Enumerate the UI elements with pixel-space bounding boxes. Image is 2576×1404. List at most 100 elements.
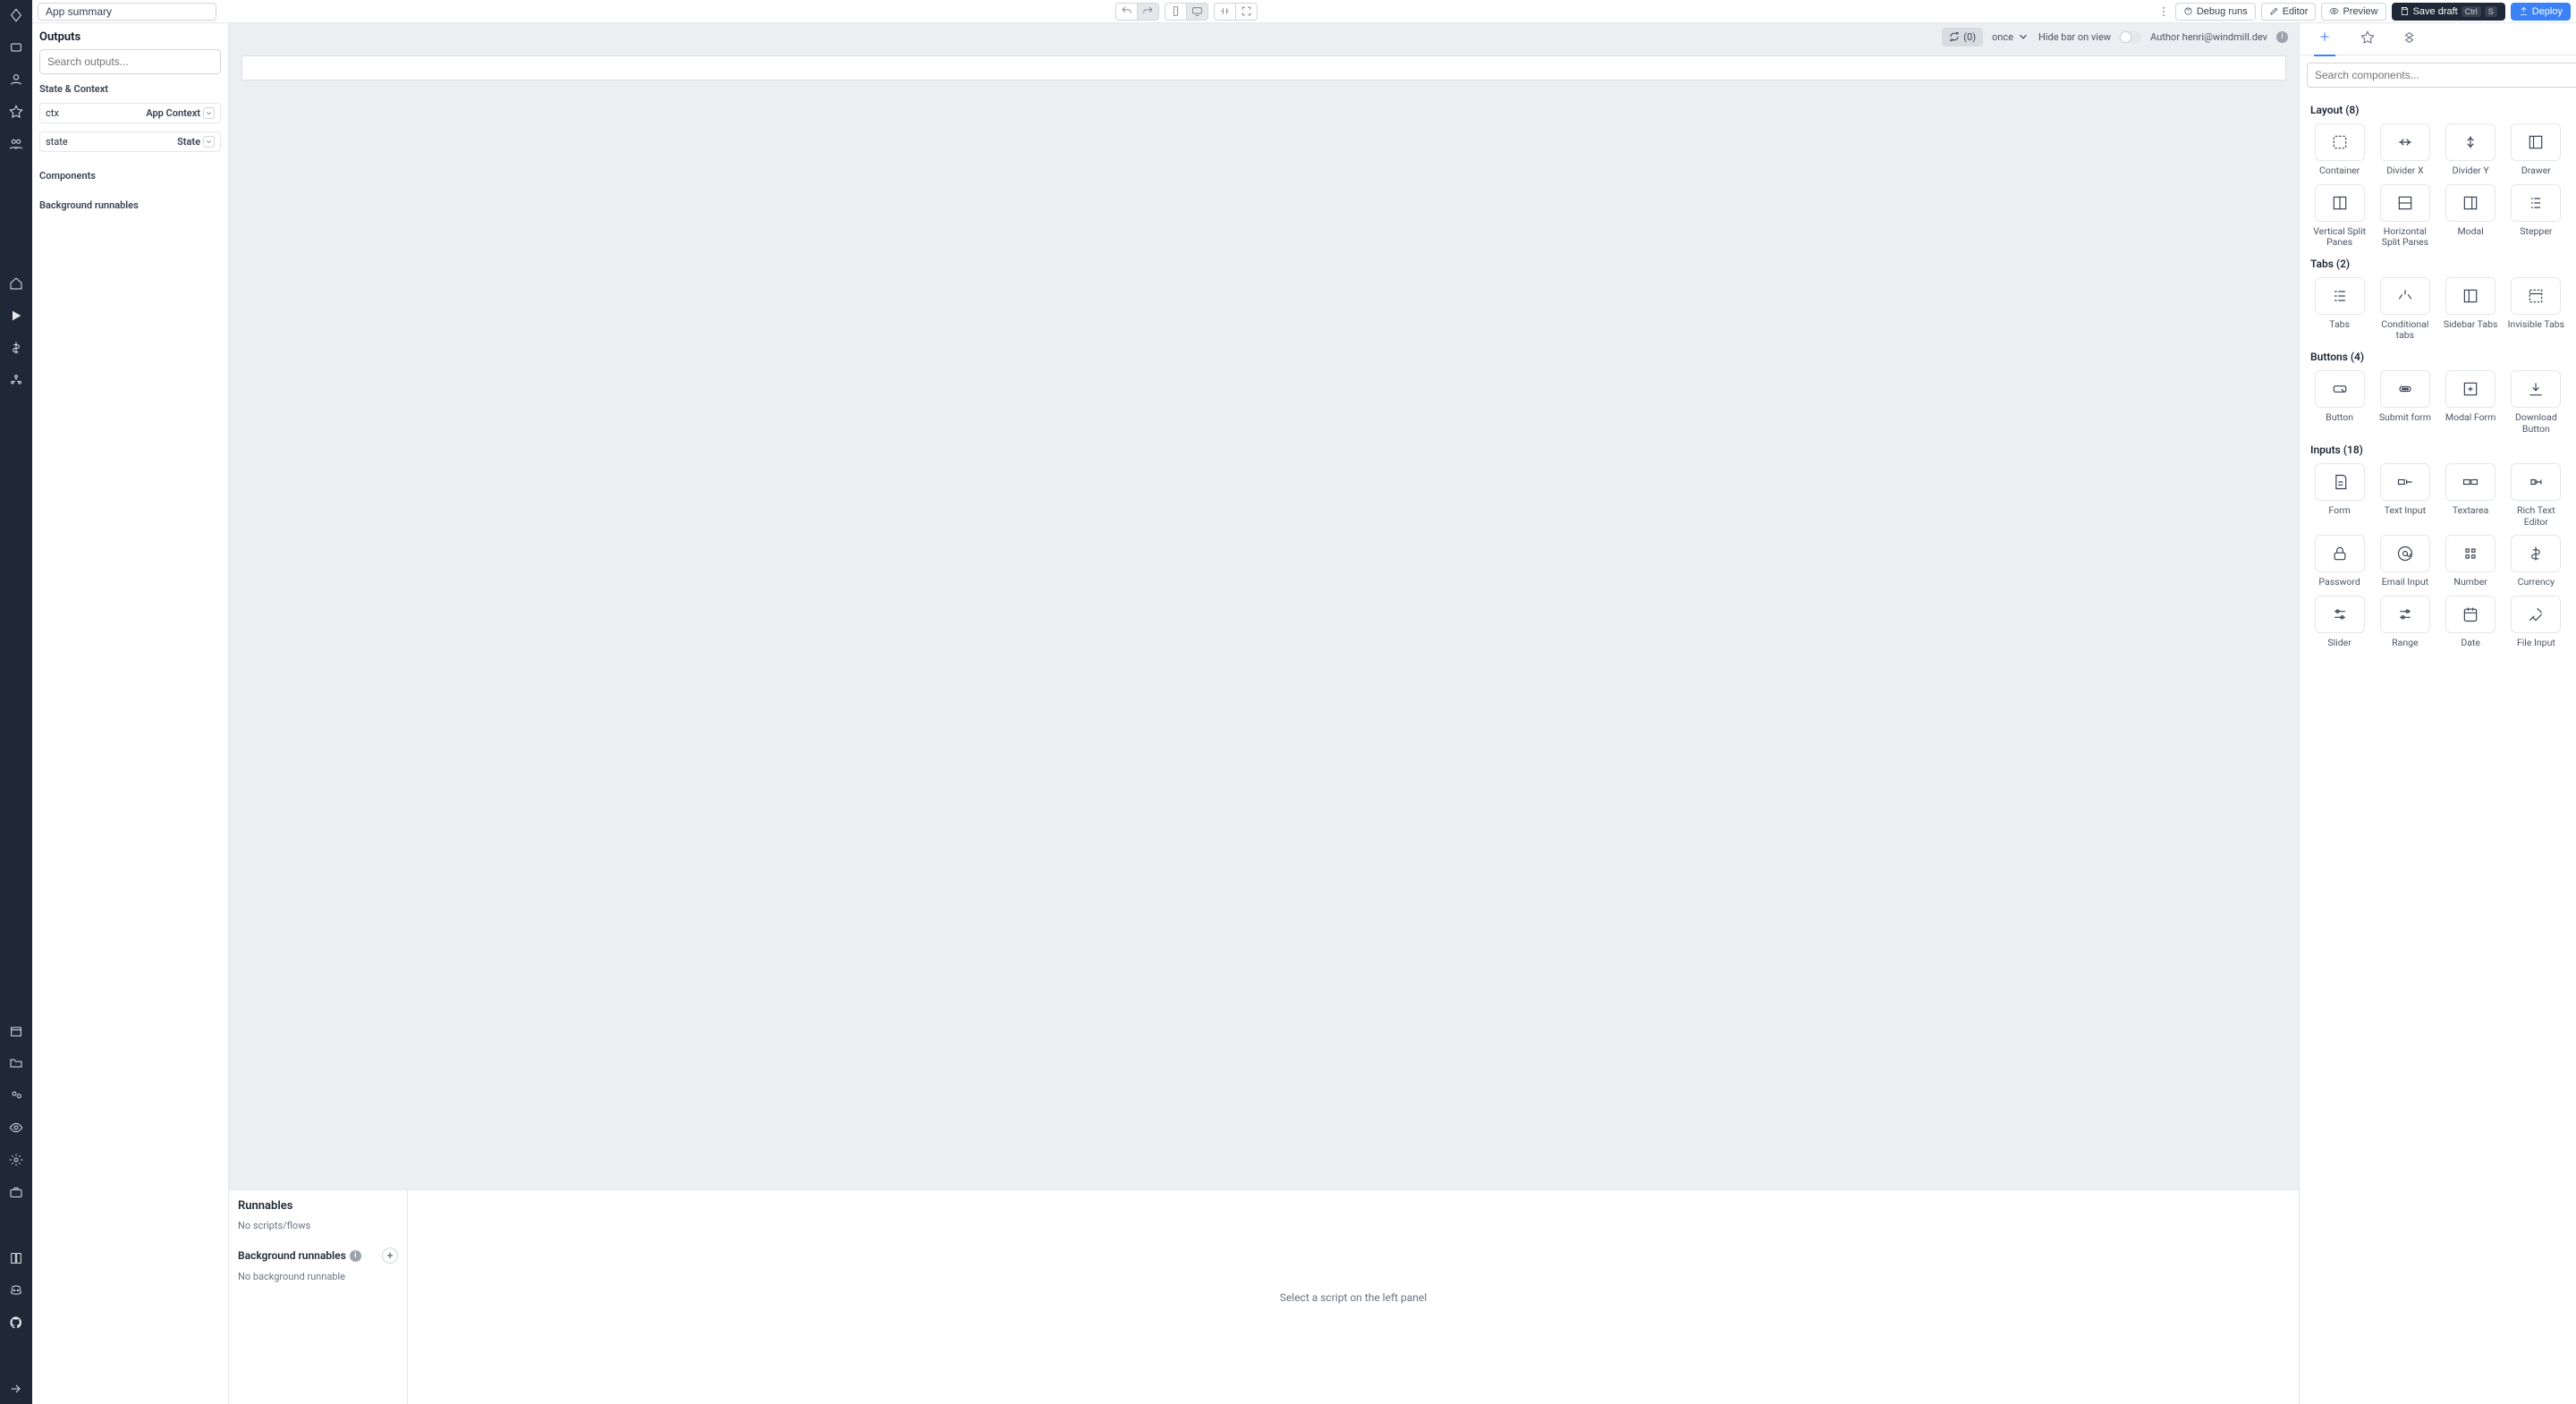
logo-icon[interactable] <box>8 7 24 23</box>
component-modal-form[interactable]: Modal Form <box>2442 370 2500 435</box>
runnables-header: Runnables <box>238 1199 398 1213</box>
preview-label: Preview <box>2343 6 2377 17</box>
outputs-search-input[interactable] <box>39 49 221 74</box>
component-invisible-tabs[interactable]: Invisible Tabs <box>2507 277 2565 342</box>
eye-icon[interactable] <box>8 1120 24 1136</box>
component-textarea[interactable]: Textarea <box>2442 463 2500 528</box>
canvas-dropzone[interactable] <box>242 55 2286 80</box>
component-label: Currency <box>2518 577 2555 588</box>
component-label: Horizontal Split Panes <box>2376 226 2434 249</box>
component-email-input[interactable]: Email Input <box>2376 535 2434 588</box>
team-icon[interactable] <box>8 136 24 152</box>
home-icon[interactable] <box>8 275 24 292</box>
component-modal[interactable]: Modal <box>2442 184 2500 249</box>
add-component-tab[interactable] <box>2314 22 2335 56</box>
kbd-ctrl: Ctrl <box>2462 6 2481 17</box>
component-submit-form[interactable]: Submit form <box>2376 370 2434 435</box>
expand-icon[interactable] <box>8 1381 24 1397</box>
component-tabs[interactable]: Tabs <box>2310 277 2368 342</box>
add-bg-runnable-button[interactable]: + <box>382 1248 398 1264</box>
component-text-input[interactable]: Text Input <box>2376 463 2434 528</box>
chevron-down-icon[interactable] <box>203 107 215 119</box>
component-horizontal-split-panes[interactable]: Horizontal Split Panes <box>2376 184 2434 249</box>
bg-runnables-label: Background runnables <box>238 1249 346 1262</box>
component-icon <box>2511 184 2561 222</box>
component-number[interactable]: Number <box>2442 535 2500 588</box>
info-icon[interactable]: i <box>350 1250 361 1262</box>
component-icon <box>2315 463 2365 501</box>
deploy-button[interactable]: Deploy <box>2511 3 2571 21</box>
undo-button[interactable] <box>1115 3 1137 21</box>
component-stepper[interactable]: Stepper <box>2507 184 2565 249</box>
component-slider[interactable]: Slider <box>2310 596 2368 649</box>
ctx-row[interactable]: ctx App Context <box>39 103 221 123</box>
github-icon[interactable] <box>8 1315 24 1331</box>
component-label: Modal <box>2457 226 2483 238</box>
component-date[interactable]: Date <box>2442 596 2500 649</box>
component-divider-x[interactable]: Divider X <box>2376 123 2434 177</box>
run-chip[interactable]: (0) <box>1942 28 1983 47</box>
component-label: Rich Text Editor <box>2507 505 2565 528</box>
component-icon <box>2380 123 2430 161</box>
settings-tab[interactable] <box>2400 23 2421 55</box>
briefcase-icon[interactable] <box>8 1184 24 1200</box>
star-icon[interactable] <box>8 104 24 120</box>
discord-icon[interactable] <box>8 1282 24 1298</box>
component-range[interactable]: Range <box>2376 596 2434 649</box>
component-label: Invisible Tabs <box>2508 319 2564 331</box>
debug-runs-button[interactable]: Debug runs <box>2175 3 2256 21</box>
component-icon <box>2445 277 2496 315</box>
component-label: Range <box>2392 638 2418 649</box>
component-download-button[interactable]: Download Button <box>2507 370 2565 435</box>
group-icon[interactable] <box>8 1087 24 1104</box>
desktop-view-button[interactable] <box>1186 3 1208 21</box>
package-icon[interactable] <box>8 1023 24 1039</box>
mobile-view-button[interactable] <box>1165 3 1186 21</box>
component-label: Container <box>2319 165 2360 177</box>
workspace-icon[interactable] <box>8 39 24 55</box>
component-divider-y[interactable]: Divider Y <box>2442 123 2500 177</box>
component-drawer[interactable]: Drawer <box>2507 123 2565 177</box>
gear-icon[interactable] <box>8 1152 24 1168</box>
component-conditional-tabs[interactable]: Conditional tabs <box>2376 277 2434 342</box>
component-search-input[interactable] <box>2307 63 2576 88</box>
play-icon[interactable] <box>8 308 24 324</box>
state-row[interactable]: state State <box>39 131 221 152</box>
editor-button[interactable]: Editor <box>2261 3 2317 21</box>
save-draft-button[interactable]: Save draftCtrlS <box>2392 3 2505 21</box>
component-button[interactable]: Button <box>2310 370 2368 435</box>
component-currency[interactable]: Currency <box>2507 535 2565 588</box>
component-label: Date <box>2461 638 2480 649</box>
redo-button[interactable] <box>1137 3 1159 21</box>
outputs-header: Outputs <box>39 30 221 44</box>
chevron-down-icon[interactable] <box>203 136 215 148</box>
run-mode-select[interactable]: once <box>1992 30 2029 43</box>
fit-width-button[interactable] <box>1214 3 1235 21</box>
component-file-input[interactable]: File Input <box>2507 596 2565 649</box>
component-password[interactable]: Password <box>2310 535 2368 588</box>
dollar-icon[interactable] <box>8 340 24 356</box>
cluster-icon[interactable] <box>8 372 24 388</box>
canvas[interactable] <box>229 50 2299 1189</box>
folder-icon[interactable] <box>8 1055 24 1071</box>
component-container[interactable]: Container <box>2310 123 2368 177</box>
component-sidebar-tabs[interactable]: Sidebar Tabs <box>2442 277 2500 342</box>
more-menu-button[interactable] <box>2157 5 2170 18</box>
component-rich-text-editor[interactable]: Rich Text Editor <box>2507 463 2565 528</box>
component-form[interactable]: Form <box>2310 463 2368 528</box>
component-icon <box>2315 277 2365 315</box>
hide-bar-label: Hide bar on view <box>2038 31 2111 43</box>
app-title-input[interactable] <box>38 3 216 21</box>
components-panel: Layout (8) ContainerDivider XDivider YDr… <box>2299 23 2576 1404</box>
user-icon[interactable] <box>8 72 24 88</box>
bg-runnables-header: Background runnables <box>39 199 221 211</box>
preview-button[interactable]: Preview <box>2321 3 2385 21</box>
book-icon[interactable] <box>8 1250 24 1266</box>
component-vertical-split-panes[interactable]: Vertical Split Panes <box>2310 184 2368 249</box>
component-icon <box>2511 463 2561 501</box>
hide-bar-toggle[interactable] <box>2120 31 2141 43</box>
info-icon[interactable]: i <box>2276 31 2288 43</box>
fullscreen-button[interactable] <box>1235 3 1258 21</box>
styles-tab[interactable] <box>2357 23 2378 55</box>
component-icon <box>2511 596 2561 633</box>
